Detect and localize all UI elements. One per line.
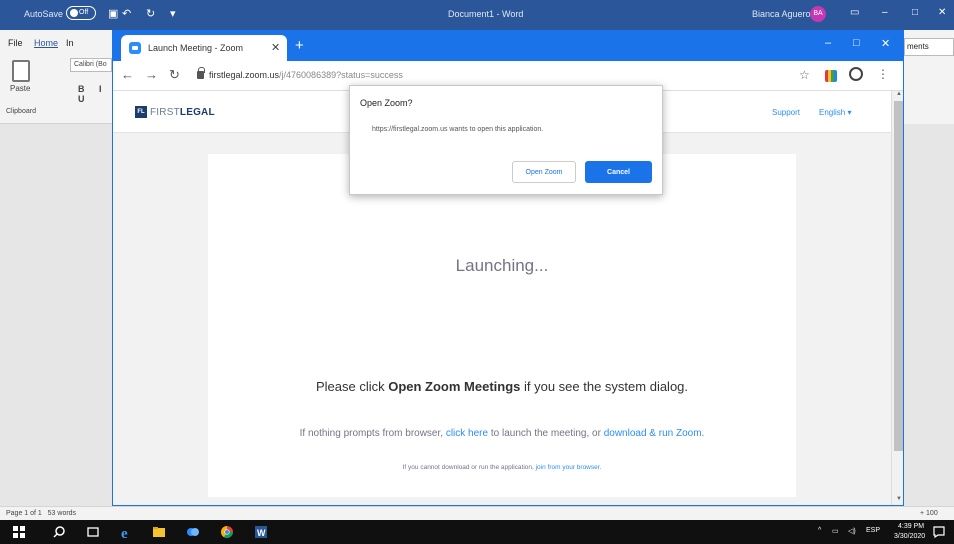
clock-time[interactable]: 4:39 PM (898, 523, 924, 530)
word-minimize-icon[interactable]: – (882, 7, 888, 18)
autosave-toggle[interactable]: Off (66, 6, 96, 20)
site-logo[interactable]: FIRSTLEGAL (150, 107, 215, 118)
font-name-box[interactable]: Calibri (Bo (70, 58, 112, 72)
word-document-area (0, 124, 112, 506)
windows-taskbar: e W ^ ▭ ◁) ESP 4:39 PM 3/30/2020 (0, 520, 954, 544)
svg-text:W: W (257, 528, 266, 538)
task-view-icon[interactable] (86, 525, 100, 539)
edge-icon[interactable]: e (120, 525, 134, 539)
tab-insert[interactable]: In (66, 38, 74, 48)
download-zoom-link[interactable]: download & run Zoom (604, 428, 702, 439)
back-icon[interactable]: ← (121, 67, 134, 82)
file-explorer-icon[interactable] (152, 525, 166, 539)
scroll-down-icon[interactable]: ▼ (896, 496, 902, 502)
word-close-icon[interactable]: ✕ (938, 7, 946, 18)
browser-join-instruction: If you cannot download or run the applic… (402, 464, 602, 471)
address-bar[interactable]: firstlegal.zoom.us/j/4760086389?status=s… (209, 70, 403, 80)
chrome-menu-icon[interactable]: ⋮ (877, 67, 889, 81)
word-ribbon-right: ments (904, 30, 954, 124)
reload-icon[interactable]: ↻ (169, 67, 180, 83)
input-language[interactable]: ESP (866, 527, 880, 534)
click-here-link[interactable]: click here (446, 428, 488, 439)
word-taskbar-icon[interactable]: W (254, 525, 268, 539)
lock-icon[interactable] (197, 67, 205, 79)
people-icon[interactable] (186, 525, 200, 539)
open-zoom-instruction: Please click Open Zoom Meetings if you s… (315, 379, 689, 394)
cancel-button[interactable]: Cancel (585, 161, 652, 183)
chrome-taskbar-icon[interactable] (220, 525, 234, 539)
search-icon[interactable] (52, 525, 66, 539)
open-zoom-button[interactable]: Open Zoom (512, 161, 576, 183)
clock-date[interactable]: 3/30/2020 (894, 533, 925, 540)
customize-toolbar-icon[interactable]: ▾ (170, 7, 176, 20)
tray-chevron-icon[interactable]: ^ (818, 527, 821, 534)
zoom-level[interactable]: + 100 (920, 510, 938, 517)
word-user-name[interactable]: Bianca Aguero (752, 9, 811, 19)
comments-button[interactable]: ments (904, 38, 954, 56)
undo-icon[interactable]: ↶ (122, 7, 131, 20)
tab-close-icon[interactable]: ✕ (271, 41, 280, 54)
forward-icon[interactable]: → (145, 67, 158, 82)
launch-card: Launching... Please click Open Zoom Meet… (208, 154, 796, 497)
volume-icon[interactable]: ◁) (848, 527, 856, 535)
save-icon[interactable]: ▣ (108, 7, 118, 20)
new-tab-icon[interactable]: + (295, 38, 304, 53)
dialog-title: Open Zoom? (360, 98, 413, 108)
paste-icon[interactable] (12, 60, 30, 82)
tab-strip: Launch Meeting - Zoom ✕ + – □ ✕ (113, 31, 903, 61)
word-maximize-icon[interactable]: □ (912, 7, 918, 18)
extension-icon[interactable] (825, 70, 837, 82)
word-ribbon-tabs: File Home In (0, 30, 112, 52)
open-zoom-dialog: Open Zoom? https://firstlegal.zoom.us wa… (349, 85, 663, 195)
clipboard-group-label: Clipboard (6, 108, 36, 115)
word-document-title: Document1 - Word (448, 9, 524, 19)
scrollbar-thumb[interactable] (894, 101, 903, 451)
browser-tab[interactable]: Launch Meeting - Zoom ✕ (121, 35, 287, 61)
tab-title: Launch Meeting - Zoom (148, 43, 244, 53)
word-status-bar: Page 1 of 1 53 words + 100 (0, 506, 954, 520)
tab-file[interactable]: File (8, 38, 23, 48)
zoom-favicon-icon (129, 42, 141, 54)
chrome-close-icon[interactable]: ✕ (881, 37, 890, 50)
fallback-instruction: If nothing prompts from browser, click h… (299, 428, 705, 439)
word-ribbon: Paste Calibri (Bo B I U Clipboard (0, 52, 112, 124)
windows-start-icon[interactable] (12, 525, 26, 539)
launching-text: Launching... (455, 256, 549, 275)
dialog-message: https://firstlegal.zoom.us wants to open… (372, 126, 544, 133)
language-select[interactable]: English ▾ (819, 108, 851, 117)
ribbon-display-icon[interactable]: ▭ (850, 7, 859, 18)
join-from-browser-link[interactable]: join from your browser (536, 464, 600, 471)
word-titlebar: AutoSave Off ▣ ↶ ↻ ▾ Document1 - Word Bi… (0, 0, 954, 30)
scroll-up-icon[interactable]: ▲ (896, 91, 902, 97)
user-avatar[interactable]: BA (810, 6, 826, 22)
tab-home[interactable]: Home (34, 38, 58, 48)
chrome-minimize-icon[interactable]: – (825, 37, 831, 49)
page-scrollbar[interactable]: ▲ ▼ (891, 91, 903, 505)
chrome-maximize-icon[interactable]: □ (853, 37, 860, 49)
logo-mark[interactable]: FL (135, 106, 147, 118)
paste-label[interactable]: Paste (10, 84, 30, 93)
redo-icon[interactable]: ↻ (146, 7, 155, 20)
status-page: Page 1 of 1 53 words (6, 510, 77, 517)
autosave-label: AutoSave (24, 9, 64, 19)
bookmark-star-icon[interactable]: ☆ (799, 68, 810, 82)
notifications-icon[interactable] (932, 525, 946, 539)
format-buttons[interactable]: B I U (78, 84, 112, 104)
profile-icon[interactable] (849, 67, 863, 81)
support-link[interactable]: Support (772, 108, 800, 117)
svg-text:e: e (121, 526, 128, 539)
network-icon[interactable]: ▭ (832, 527, 839, 535)
